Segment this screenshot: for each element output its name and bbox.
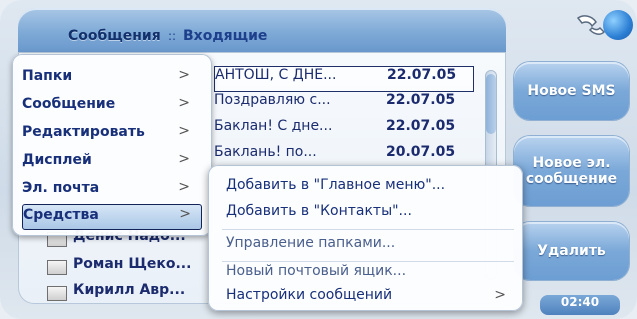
submenu-item-add-to-contacts[interactable]: Добавить в "Контакты"... [226, 203, 516, 225]
message-sender: Баклань! по... [214, 144, 317, 160]
submenu-item-label: Новый почтовый ящик... [226, 263, 407, 279]
options-menu: Папки > Сообщение > Редактировать > Дисп… [12, 54, 212, 236]
menu-item-label: Редактировать [22, 124, 145, 140]
menu-item-email[interactable]: Эл. почта > [22, 178, 200, 202]
message-sender: АНТОШ, С ДНЕ... [215, 67, 337, 83]
message-date: 22.07.05 [387, 67, 457, 83]
submenu-arrow-icon: > [178, 179, 190, 195]
menu-item-label: Дисплей [22, 152, 92, 168]
app-title: Сообщения [68, 28, 161, 44]
new-sms-button[interactable]: Новое SMS [514, 62, 629, 120]
submenu-item-label: Добавить в "Контакты"... [226, 203, 412, 219]
folder-title: Входящие [183, 28, 268, 44]
submenu-item-message-settings[interactable]: Настройки сообщений > [226, 287, 516, 309]
title-bar: Сообщения :: Входящие [18, 8, 506, 52]
submenu-arrow-icon: > [494, 287, 506, 303]
message-sender: Поздравляю с... [214, 92, 331, 108]
menu-item-edit[interactable]: Редактировать > [22, 122, 200, 146]
menu-item-label: Эл. почта [22, 180, 100, 196]
submenu-item-manage-folders[interactable]: Управление папками... [226, 235, 516, 257]
message-date: 20.07.05 [386, 144, 456, 160]
globe-icon [603, 10, 633, 40]
submenu-item-add-to-main-menu[interactable]: Добавить в "Главное меню"... [226, 177, 516, 199]
submenu-item-label: Настройки сообщений [226, 287, 393, 303]
menu-item-display[interactable]: Дисплей > [22, 150, 200, 174]
submenu-item-label: Добавить в "Главное меню"... [226, 177, 446, 193]
message-row[interactable]: Поздравляю с... 22.07.05 [214, 92, 472, 116]
message-sender: Роман Щеко... [73, 256, 192, 272]
menu-item-message[interactable]: Сообщение > [22, 94, 200, 118]
device-screen: Сообщения :: Входящие АНТОШ, С ДНЕ... 22… [0, 0, 637, 319]
message-sender: Баклан! С дне... [214, 118, 333, 134]
submenu-arrow-icon: > [178, 123, 190, 139]
menu-item-label: Сообщение [22, 96, 116, 112]
submenu-arrow-icon: > [178, 95, 190, 111]
new-email-button[interactable]: Новое эл. сообщение [514, 136, 629, 206]
menu-item-label: Средства [23, 207, 99, 223]
submenu-item-new-mailbox[interactable]: Новый почтовый ящик... [226, 263, 516, 285]
submenu-arrow-icon: > [179, 206, 191, 222]
message-sender: Кирилл Авр... [73, 282, 186, 298]
message-row[interactable]: Баклан! С дне... 22.07.05 [214, 118, 472, 142]
menu-item-folders[interactable]: Папки > [22, 66, 200, 90]
menu-item-label: Папки [22, 68, 73, 84]
submenu-arrow-icon: > [178, 151, 190, 167]
envelope-icon [47, 286, 67, 301]
clock: 02:40 [540, 295, 620, 315]
message-row[interactable]: Роман Щеко... [47, 256, 192, 275]
message-row[interactable]: АНТОШ, С ДНЕ... 22.07.05 [214, 66, 474, 92]
title-separator: :: [168, 29, 177, 43]
menu-item-tools[interactable]: Средства > [22, 204, 202, 230]
menu-divider [222, 261, 514, 262]
message-date: 22.07.05 [386, 92, 456, 108]
scrollbar-thumb[interactable] [486, 74, 496, 134]
phone-status-icon [576, 15, 606, 35]
menu-divider [222, 229, 514, 230]
message-date: 22.07.05 [386, 118, 456, 134]
tools-submenu: Добавить в "Главное меню"... Добавить в … [208, 165, 523, 311]
message-row[interactable]: Кирилл Авр... [47, 282, 186, 301]
submenu-arrow-icon: > [178, 67, 190, 83]
delete-button[interactable]: Удалить [514, 222, 629, 280]
envelope-icon [47, 260, 67, 275]
submenu-item-label: Управление папками... [226, 235, 396, 251]
